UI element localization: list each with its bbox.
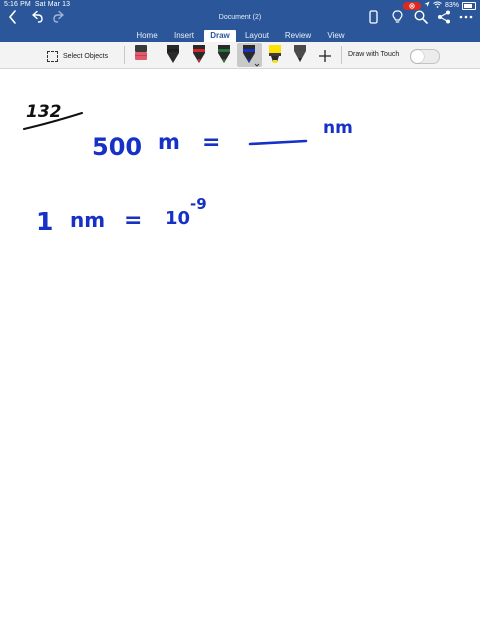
pen-black-icon [167,45,179,63]
redo-icon[interactable] [52,10,66,29]
line2-one: 1 [36,207,53,236]
eraser-icon [135,45,147,60]
yellow-highlighter-tool[interactable] [266,43,284,67]
add-pen-button[interactable] [316,43,334,67]
line2-unit: nm [70,208,105,232]
black-pen-tool[interactable] [164,43,182,67]
search-icon[interactable] [414,10,428,29]
record-icon [402,1,421,10]
status-time-date: 5:16 PM Sat Mar 13 [4,1,70,8]
status-date: Sat Mar 13 [34,1,71,8]
tab-insert[interactable]: Insert [168,30,200,42]
line1-value: 500 [92,133,142,161]
toggle-knob [411,50,424,63]
select-objects-button[interactable]: Select Objects [47,50,108,62]
line1-equals: = [202,130,220,155]
line1-unit: m [158,130,180,154]
eraser-tool[interactable] [132,43,150,67]
highlighter-icon [269,45,281,63]
pen-green-icon [218,45,230,63]
select-objects-icon [47,50,58,62]
problem-number-ink: 132 [23,102,83,130]
blue-pen-tool[interactable] [237,43,262,67]
battery-level [464,3,473,8]
tab-home[interactable]: Home [131,30,163,42]
green-pen-tool[interactable] [215,43,233,67]
equation-line-1: 500 m = nm [92,118,353,161]
pen-blue-icon [243,45,260,67]
ink-layer: 132 500 m = nm 1 nm = 10 -9 [23,102,353,236]
line1-blank [248,139,308,146]
status-indicators: 83% [402,1,476,10]
lightbulb-icon[interactable] [392,10,403,29]
tab-layout[interactable]: Layout [240,30,274,42]
document-canvas[interactable]: 132 500 m = nm 1 nm = 10 -9 [0,69,480,640]
chevron-down-icon [254,63,260,67]
status-time: 5:16 PM [4,1,31,8]
undo-icon[interactable] [30,10,44,29]
tab-draw[interactable]: Draw [204,30,236,42]
select-objects-label: Select Objects [63,52,109,60]
wifi-icon [433,1,442,10]
more-icon[interactable] [459,10,473,29]
tab-view[interactable]: View [322,30,350,42]
battery-icon [462,1,476,10]
line2-base: 10 [165,208,190,229]
pen-red-icon [193,45,205,63]
problem-number-text: 132 [26,102,62,122]
title-bar: 5:16 PM Sat Mar 13 83% Document (2) Home… [0,0,480,42]
location-icon [424,1,430,10]
draw-with-touch-toggle[interactable] [410,49,440,64]
plus-icon [319,50,331,62]
ribbon-divider [341,46,342,64]
draw-with-touch-label: Draw with Touch [348,51,400,58]
line2-equals: = [124,208,142,233]
pencil-icon [294,45,306,62]
battery-percent: 83% [444,2,459,9]
device-icon[interactable] [369,10,378,29]
ribbon-divider [124,46,125,64]
document-title: Document (2) [218,14,262,21]
line2-exponent: -9 [190,195,207,213]
app-window: 5:16 PM Sat Mar 13 83% Document (2) Home… [0,0,480,640]
equation-line-2: 1 nm = 10 -9 [36,195,207,236]
chevron-left-icon[interactable] [8,10,18,29]
ribbon-tabs: Home Insert Draw Layout Review View [0,30,480,42]
draw-ribbon: Select Objects Draw with Touch [0,42,480,69]
red-pen-tool[interactable] [190,43,208,67]
share-icon[interactable] [437,10,451,29]
line1-target-unit: nm [323,118,353,138]
gray-pencil-tool[interactable] [291,43,309,67]
tab-review[interactable]: Review [280,30,316,42]
